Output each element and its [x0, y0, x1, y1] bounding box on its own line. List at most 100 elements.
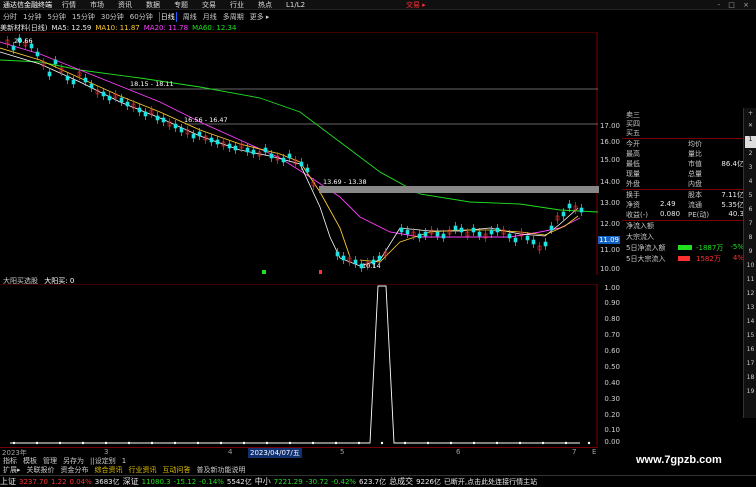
tab-template[interactable]: 模板 — [23, 457, 37, 465]
indicator-dot — [472, 441, 476, 445]
side-tab[interactable]: 3 — [745, 164, 756, 176]
candle — [453, 225, 458, 231]
tab-expand[interactable]: 扩展▸ — [3, 465, 21, 475]
period-more[interactable]: 更多 ▸ — [250, 12, 270, 22]
menu-bar: 通达信金融终端 行情 市场 资讯 数据 专题 交易 行业 热点 L1/L2 交易… — [0, 0, 756, 10]
quote-row: 外盘 内盘 — [626, 180, 702, 188]
side-tab[interactable]: 9 — [745, 248, 756, 260]
candle — [341, 255, 346, 261]
side-tab[interactable]: 14 — [745, 318, 756, 330]
side-tab[interactable]: 16 — [745, 346, 756, 358]
connection-message[interactable]: 已断开,点击此处连接行情主站 — [444, 477, 537, 487]
tab-related[interactable]: 关联报价 — [27, 465, 55, 475]
candle — [119, 97, 124, 103]
tab-qa[interactable]: 互动问答 — [163, 465, 191, 475]
indicator-axis: 1.00 0.90 0.80 0.70 0.60 0.50 0.40 0.30 … — [598, 284, 622, 446]
side-tab[interactable]: 4 — [745, 178, 756, 190]
indicator-dot — [150, 441, 154, 445]
indicator-chart[interactable] — [0, 284, 598, 446]
candle — [471, 227, 476, 233]
tab-saveas[interactable]: 另存为 — [63, 457, 84, 465]
side-tab[interactable]: 15 — [745, 332, 756, 344]
menu-item-quotes[interactable]: 行情 — [62, 0, 76, 9]
period-multi[interactable]: 多周期 — [223, 12, 244, 22]
side-tab[interactable]: 2 — [745, 150, 756, 162]
menu-item-industry[interactable]: 行业 — [230, 0, 244, 9]
ma-legend: 美新材料(日线) MA5: 12.59 MA10: 11.87 MA20: 11… — [0, 23, 756, 32]
side-tab[interactable]: 13 — [745, 304, 756, 316]
ind-tick: 0.40 — [604, 379, 620, 387]
ind-tick: 1.00 — [604, 284, 620, 292]
period-daily[interactable]: 日线 — [158, 12, 177, 22]
period-5min[interactable]: 5分钟 — [47, 12, 65, 22]
side-tab[interactable]: 6 — [745, 206, 756, 218]
candle — [269, 153, 274, 159]
menu-item-level[interactable]: L1/L2 — [286, 1, 305, 9]
price-tick: 12.00 — [599, 220, 620, 228]
period-30min[interactable]: 30分钟 — [101, 12, 124, 22]
side-tab[interactable]: 10 — [745, 262, 756, 274]
tab-news[interactable]: 综合资讯 — [95, 465, 123, 475]
side-tab[interactable]: + — [745, 110, 756, 122]
side-tab[interactable]: 19 — [745, 388, 756, 400]
period-monthly[interactable]: 月线 — [203, 12, 217, 22]
tab-manage[interactable]: 管理 — [43, 457, 57, 465]
candle — [65, 75, 70, 81]
side-tab[interactable]: 18 — [745, 374, 756, 386]
candle — [441, 233, 446, 239]
side-tab[interactable]: 5 — [745, 192, 756, 204]
tab-settings[interactable]: ||设定别 — [90, 457, 116, 465]
period-60min[interactable]: 60分钟 — [130, 12, 153, 22]
period-weekly[interactable]: 周线 — [183, 12, 197, 22]
candle — [11, 45, 16, 51]
side-tab[interactable]: ✕ — [745, 122, 756, 134]
indicator-dot — [265, 441, 269, 445]
ma5-legend: MA5: 12.59 — [51, 23, 92, 32]
ind-tick: 0.00 — [604, 438, 620, 446]
tab-industry-news[interactable]: 行业资讯 — [129, 465, 157, 475]
zx-change: -30.72 — [305, 477, 329, 486]
menu-item-market[interactable]: 市场 — [90, 0, 104, 9]
price-tick: 16.00 — [599, 138, 620, 146]
indicator-dot — [242, 441, 246, 445]
candle — [227, 143, 232, 149]
ind-tick: 0.80 — [604, 315, 620, 323]
candle — [125, 101, 130, 107]
side-tab[interactable]: 7 — [745, 220, 756, 232]
candle — [89, 83, 94, 89]
kline-chart[interactable]: 20.66 18.15 - 18.11 16.56 - 16.47 13.69 … — [0, 32, 598, 275]
tab-count[interactable]: 1 — [122, 457, 126, 465]
tab-indicator[interactable]: 指标 — [3, 457, 17, 465]
side-tab[interactable]: 17 — [745, 360, 756, 372]
candle — [507, 233, 512, 239]
tab-help[interactable]: 普及新功能说明 — [197, 465, 246, 475]
sz-label: 深证 — [122, 477, 139, 486]
menu-item-data[interactable]: 数据 — [146, 0, 160, 9]
indicator-dot — [58, 441, 62, 445]
period-timeshare[interactable]: 分时 — [3, 12, 17, 22]
menu-item-topic[interactable]: 专题 — [174, 0, 188, 9]
menu-item-trade[interactable]: 交易 — [202, 0, 216, 9]
candle — [561, 211, 566, 217]
side-tab[interactable]: 8 — [745, 234, 756, 246]
candle — [101, 91, 106, 97]
period-15min[interactable]: 15分钟 — [72, 12, 95, 22]
tab-capital[interactable]: 资金分布 — [61, 465, 89, 475]
side-tab[interactable]: 12 — [745, 290, 756, 302]
period-1min[interactable]: 1分钟 — [23, 12, 41, 22]
candle — [549, 225, 554, 231]
side-tab[interactable]: 1 — [745, 136, 756, 148]
candle — [531, 239, 536, 245]
candle — [377, 255, 382, 261]
menu-item-hot[interactable]: 热点 — [258, 0, 272, 9]
indicator-dot — [334, 441, 338, 445]
menu-item-news[interactable]: 资讯 — [118, 0, 132, 9]
indicator-dot — [518, 441, 522, 445]
ind-tick: 0.10 — [604, 426, 620, 434]
quote-row: 净资 2.49 流通 5.35亿 — [626, 200, 744, 209]
trade-button[interactable]: 交易 ▸ — [406, 0, 426, 9]
side-tab[interactable]: 11 — [745, 276, 756, 288]
window-controls[interactable]: - □ × — [718, 1, 752, 9]
quote-row: 最高 量比 — [626, 150, 702, 158]
price-tick: 14.00 — [599, 178, 620, 186]
